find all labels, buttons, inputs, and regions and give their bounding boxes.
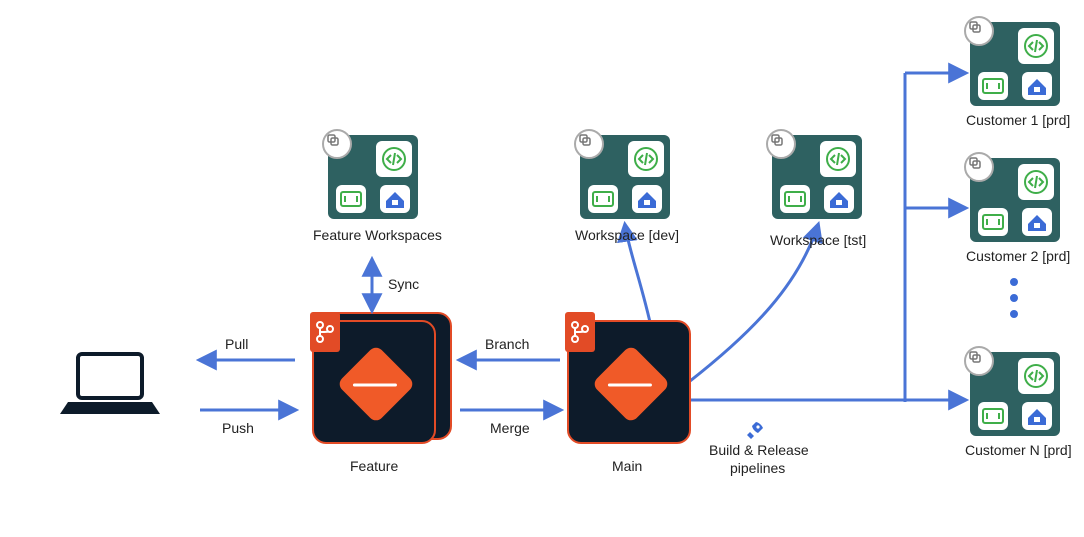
diagram-connectors xyxy=(0,0,1084,537)
label-ws-dev: Workspace [dev] xyxy=(575,227,679,243)
stack-icon xyxy=(969,157,981,169)
label-pipelines-l1: Build & Release xyxy=(709,442,809,458)
git-diamond-icon xyxy=(336,344,415,423)
house-icon xyxy=(632,185,662,213)
label-custn: Customer N [prd] xyxy=(965,442,1072,458)
workspace-customer-1 xyxy=(970,22,1060,106)
house-icon xyxy=(1022,208,1052,236)
code-brackets-icon xyxy=(1018,164,1054,200)
code-brackets-icon xyxy=(1018,358,1054,394)
label-merge: Merge xyxy=(490,420,530,436)
house-icon xyxy=(380,185,410,213)
workspace-feature xyxy=(328,135,418,219)
stack-icon xyxy=(327,134,339,146)
label-ws-tst: Workspace [tst] xyxy=(770,232,866,248)
stripe-square-icon xyxy=(978,72,1008,100)
label-sync: Sync xyxy=(388,276,419,292)
workspace-customer-n xyxy=(970,352,1060,436)
laptop-icon xyxy=(60,350,160,423)
label-main-repo: Main xyxy=(612,458,642,474)
git-branch-icon xyxy=(310,312,340,352)
ellipsis-dot xyxy=(1010,310,1018,318)
label-feature-ws: Feature Workspaces xyxy=(313,227,442,243)
repo-main xyxy=(567,320,691,444)
label-cust2: Customer 2 [prd] xyxy=(966,248,1070,264)
label-pipelines-l2: pipelines xyxy=(730,460,785,476)
label-branch: Branch xyxy=(485,336,529,352)
stripe-square-icon xyxy=(978,402,1008,430)
house-icon xyxy=(1022,72,1052,100)
code-brackets-icon xyxy=(628,141,664,177)
workspace-dev xyxy=(580,135,670,219)
house-icon xyxy=(824,185,854,213)
git-diamond-icon xyxy=(591,344,670,423)
label-feature-repo: Feature xyxy=(350,458,398,474)
code-brackets-icon xyxy=(376,141,412,177)
stack-icon xyxy=(579,134,591,146)
label-cust1: Customer 1 [prd] xyxy=(966,112,1070,128)
code-brackets-icon xyxy=(820,141,856,177)
label-push: Push xyxy=(222,420,254,436)
stack-icon xyxy=(771,134,783,146)
stripe-square-icon xyxy=(978,208,1008,236)
stack-icon xyxy=(969,351,981,363)
workspace-tst xyxy=(772,135,862,219)
stack-icon xyxy=(969,21,981,33)
rocket-icon xyxy=(744,420,766,442)
stripe-square-icon xyxy=(780,185,810,213)
house-icon xyxy=(1022,402,1052,430)
repo-feature xyxy=(312,320,436,444)
ellipsis-dot xyxy=(1010,294,1018,302)
workspace-customer-2 xyxy=(970,158,1060,242)
stripe-square-icon xyxy=(336,185,366,213)
label-pull: Pull xyxy=(225,336,248,352)
ellipsis-dot xyxy=(1010,278,1018,286)
code-brackets-icon xyxy=(1018,28,1054,64)
stripe-square-icon xyxy=(588,185,618,213)
git-branch-icon xyxy=(565,312,595,352)
